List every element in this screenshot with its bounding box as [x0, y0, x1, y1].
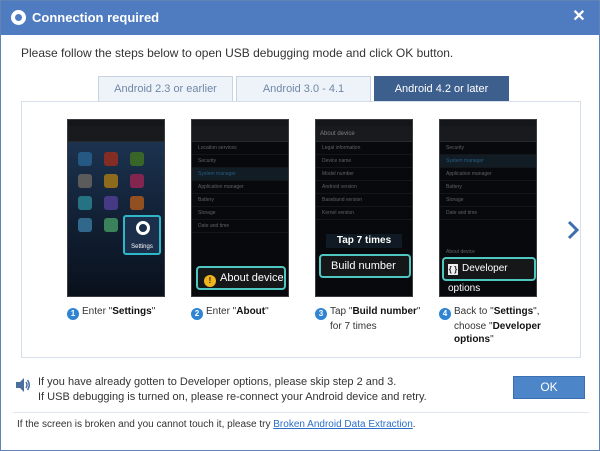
developer-options-icon: { } — [448, 264, 458, 275]
speaker-icon — [16, 378, 30, 392]
tab-android-4-2[interactable]: Android 4.2 or later — [374, 76, 509, 102]
instruction-text: Please follow the steps below to open US… — [21, 46, 454, 60]
step-3-caption: 3 Tap "Build number" for 7 times — [315, 305, 435, 333]
steps-panel: Settings 1 Enter "Settings" Location serv… — [21, 101, 581, 358]
settings-app-highlight: Settings — [123, 215, 161, 255]
connection-dialog: Connection required ✕ Please follow the … — [0, 0, 600, 451]
note-text: If you have already gotten to Developer … — [38, 375, 427, 405]
step-1-phone-screenshot: Settings — [67, 119, 165, 297]
settings-app-label: Settings — [131, 244, 153, 250]
title-bar: Connection required ✕ — [1, 1, 599, 35]
footer-text: If the screen is broken and you cannot t… — [17, 419, 416, 430]
step-3-phone-screenshot: About device Legal information Device na… — [315, 119, 413, 297]
step-number-badge: 3 — [315, 308, 327, 320]
about-device-callout: ! About device — [196, 266, 286, 290]
step-4-phone-screenshot: Security System manager Application mana… — [439, 119, 537, 297]
android-version-tabs: Android 2.3 or earlier Android 3.0 - 4.1… — [98, 76, 512, 102]
step-1-caption: 1 Enter "Settings" — [67, 305, 187, 320]
dialog-title: Connection required — [32, 10, 160, 25]
connection-icon — [11, 10, 26, 25]
divider — [13, 412, 589, 413]
step-number-badge: 4 — [439, 308, 451, 320]
step-4-caption: 4 Back to "Settings", choose "Developer o… — [439, 305, 559, 346]
close-icon[interactable]: ✕ — [569, 7, 589, 27]
step-2-phone-screenshot: Location services Security System manage… — [191, 119, 289, 297]
step-number-badge: 1 — [67, 308, 79, 320]
note-line-reconnect: If USB debugging is turned on, please re… — [38, 391, 427, 403]
step-2-caption: 2 Enter "About" — [191, 305, 311, 320]
developer-options-callout: { } Developer options — [442, 257, 536, 294]
step-number-badge: 2 — [191, 308, 203, 320]
note-line-skip-steps: If you have already gotten to Developer … — [38, 376, 397, 388]
gear-icon — [136, 221, 150, 235]
tab-android-2-3[interactable]: Android 2.3 or earlier — [98, 76, 233, 102]
broken-android-data-extraction-link[interactable]: Broken Android Data Extraction — [273, 419, 413, 430]
ok-button[interactable]: OK — [513, 376, 585, 399]
chevron-right-icon[interactable] — [566, 220, 580, 240]
tap-7-times-bubble: Tap 7 times — [326, 234, 402, 248]
info-icon: ! — [204, 275, 216, 287]
tab-android-3-0[interactable]: Android 3.0 - 4.1 — [236, 76, 371, 102]
build-number-callout: Build number — [319, 254, 411, 278]
